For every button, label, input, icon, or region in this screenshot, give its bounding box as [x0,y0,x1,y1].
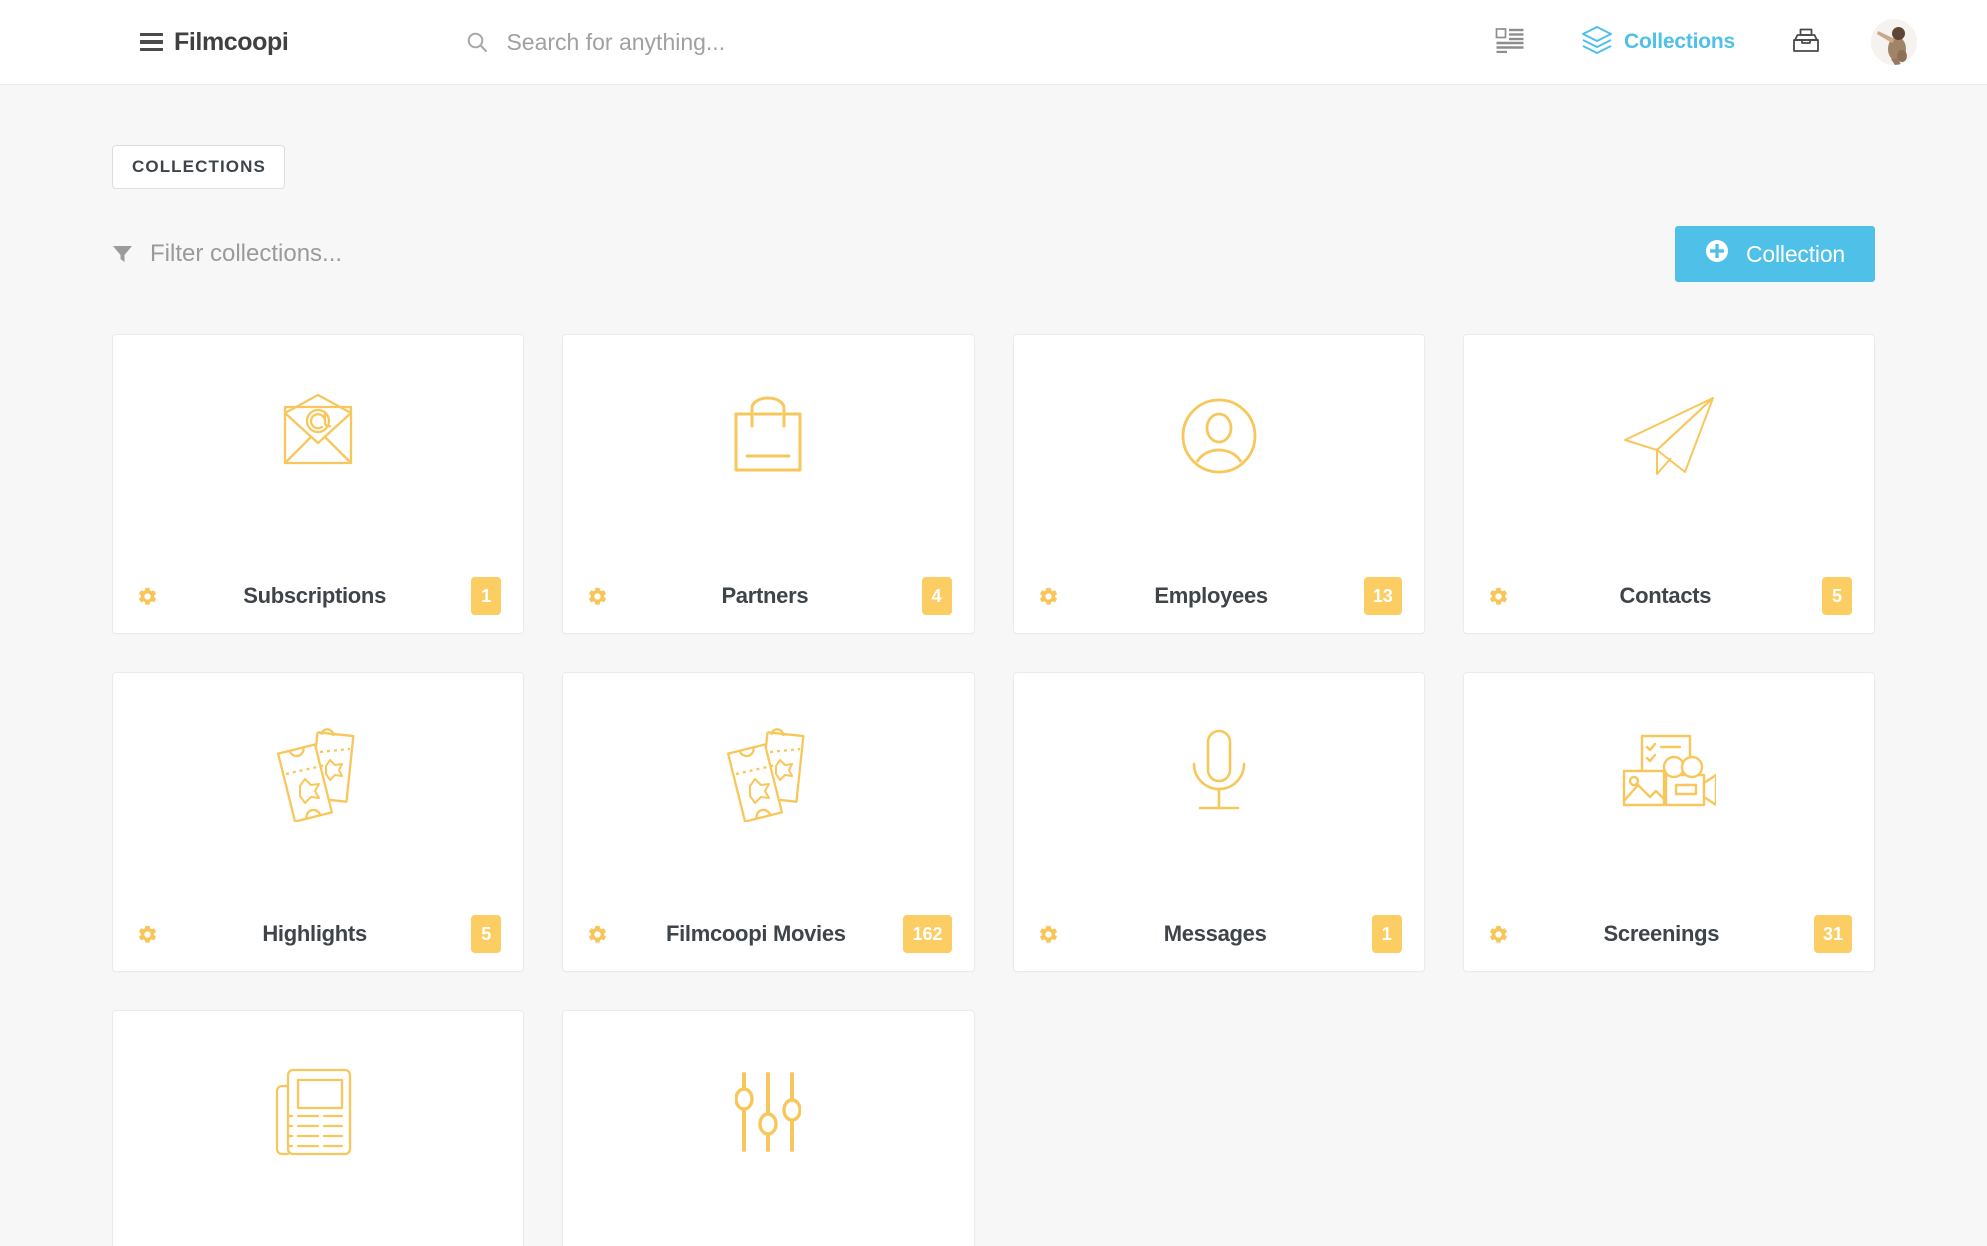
funnel-icon [112,244,133,264]
sliders-icon [734,1071,803,1157]
avatar[interactable] [1871,19,1917,65]
collections-grid: Subscriptions 1 Partners 4 Employees 13 … [112,334,1875,1246]
plus-circle-icon [1705,239,1729,269]
collection-card[interactable]: Partners 4 [562,334,975,634]
nav-inbox-button[interactable] [1763,0,1849,85]
shopping-bag-icon [723,392,813,485]
card-footer: Screenings 31 [1464,897,1874,971]
breadcrumb-collections-chip[interactable]: COLLECTIONS [112,145,285,189]
gear-icon[interactable] [587,924,608,945]
card-artwork [1464,335,1874,559]
collection-card[interactable]: Screenings 31 [1462,672,1875,972]
top-navigation-bar: Filmcoopi Search for anything... Collect… [0,0,1987,85]
gear-icon[interactable] [137,924,158,945]
card-count-badge: 5 [1822,577,1852,615]
brand-name: Filmcoopi [174,27,289,56]
card-footer: Highlights 5 [113,897,523,971]
card-count-badge: 1 [1371,915,1402,953]
add-collection-label: Collection [1746,240,1845,267]
card-footer: Partners 4 [563,559,973,633]
card-footer [113,1235,523,1246]
nav-articles-button[interactable] [1467,0,1553,85]
card-artwork [113,673,523,897]
card-title: Messages [1163,921,1267,946]
collection-card[interactable] [112,1010,525,1246]
nav-collections-tab[interactable]: Collections [1553,0,1763,85]
microphone-icon [1186,728,1252,825]
collection-card[interactable]: Highlights 5 [112,672,525,972]
card-footer: Filmcoopi Movies 162 [563,897,973,971]
card-footer: Contacts 5 [1464,559,1874,633]
media-camera-icon [1622,733,1718,820]
collection-card[interactable]: Messages 1 [1012,672,1425,972]
card-artwork [1014,335,1424,559]
collection-card[interactable]: Employees 13 [1012,334,1425,634]
layers-icon [1581,25,1613,60]
paper-plane-icon [1619,392,1719,485]
card-title: Screenings [1603,921,1720,946]
card-title: Contacts [1619,583,1712,608]
tickets-icon [720,726,816,827]
card-count-badge: 31 [1813,915,1852,953]
card-count-badge: 1 [471,577,502,615]
gear-icon[interactable] [137,586,158,607]
global-search[interactable] [465,28,1467,56]
card-artwork [113,335,523,559]
gear-icon[interactable] [587,586,608,607]
breadcrumb: COLLECTIONS [112,85,1875,189]
top-nav-actions: Collections [1467,0,1917,85]
article-layout-icon [1495,27,1525,58]
envelope-at-icon [271,393,365,484]
gear-icon[interactable] [1038,924,1059,945]
collection-card[interactable]: Subscriptions 1 [112,334,525,634]
card-title: Employees [1154,583,1268,608]
card-title: Subscriptions [243,583,387,608]
gear-icon[interactable] [1488,586,1509,607]
card-footer: Subscriptions 1 [113,559,523,633]
card-title: Filmcoopi Movies [665,921,846,946]
brand-home-link[interactable]: Filmcoopi [140,27,289,57]
card-artwork [1014,673,1424,897]
card-artwork [563,335,973,559]
card-count-badge: 4 [921,577,952,615]
collection-card[interactable]: Contacts 5 [1462,334,1875,634]
gear-icon[interactable] [1038,586,1059,607]
collection-filter[interactable] [112,240,750,268]
hamburger-icon[interactable] [140,32,163,52]
collection-card[interactable] [562,1010,975,1246]
card-count-badge: 13 [1363,577,1402,615]
main-content: COLLECTIONS Collection [0,85,1987,1246]
filter-toolbar: Collection [112,224,1875,284]
card-artwork [1464,673,1874,897]
card-title: Partners [721,583,809,608]
card-artwork [113,1011,523,1235]
card-footer [563,1235,973,1246]
collection-card[interactable]: Filmcoopi Movies 162 [562,672,975,972]
card-footer: Messages 1 [1014,897,1424,971]
user-circle-icon [1175,392,1263,485]
inbox-tray-icon [1791,26,1821,59]
filter-collections-input[interactable] [150,240,750,268]
card-title: Highlights [262,921,367,946]
card-count-badge: 162 [903,915,952,953]
search-input[interactable] [506,28,1207,56]
nav-collections-label: Collections [1624,30,1735,53]
tickets-icon [270,726,366,827]
card-count-badge: 5 [471,915,502,953]
card-artwork [563,673,973,897]
search-icon [465,30,489,54]
card-artwork [563,1011,973,1235]
gear-icon[interactable] [1488,924,1509,945]
card-footer: Employees 13 [1014,559,1424,633]
newspaper-icon [272,1064,364,1165]
add-collection-button[interactable]: Collection [1675,226,1875,282]
